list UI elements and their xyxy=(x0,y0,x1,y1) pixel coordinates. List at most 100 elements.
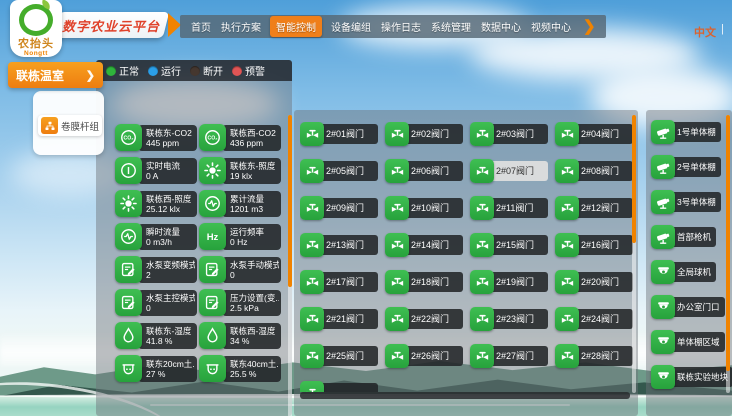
valve-scrollbar[interactable] xyxy=(632,115,636,393)
camera-scrollbar[interactable] xyxy=(726,115,730,393)
valve-item[interactable]: 2#17阀门 xyxy=(300,270,378,294)
sensor-name: 联东40cm土... xyxy=(230,359,279,370)
nav-chevron-icon[interactable]: ❯ xyxy=(583,19,596,34)
sensor-card[interactable]: 水泵手动模式0 xyxy=(199,256,281,284)
greenhouse-zone-button[interactable]: 联栋温室 ❯ xyxy=(8,62,103,88)
sensor-readout: 联栋东-CO2445 ppm xyxy=(138,125,197,151)
camera-item[interactable]: 首部枪机 xyxy=(651,225,731,249)
valve-item[interactable]: 2#01阀门 xyxy=(300,122,378,146)
valve-item-partial[interactable] xyxy=(300,381,378,392)
nav-item-3[interactable]: 智能控制 xyxy=(270,16,322,37)
sensor-readout: 联栋西-湿度34 % xyxy=(222,323,281,349)
group-label: 卷膜杆组 xyxy=(61,119,99,133)
sensor-card[interactable]: 联栋东-照度19 klx xyxy=(199,157,281,185)
valve-item[interactable]: 2#05阀门 xyxy=(300,159,378,183)
language-selector[interactable]: 中文 xyxy=(694,24,716,40)
sensor-card[interactable]: 联东40cm土...25.5 % xyxy=(199,355,281,383)
valve-item[interactable]: 2#18阀门 xyxy=(385,270,463,294)
camera-item[interactable]: 办公室门口 xyxy=(651,295,731,319)
valve-item[interactable]: 2#04阀门 xyxy=(555,122,633,146)
valve-item[interactable]: 2#20阀门 xyxy=(555,270,633,294)
valve-icon xyxy=(470,196,494,220)
soil-icon xyxy=(115,355,142,382)
valve-icon xyxy=(555,307,579,331)
nav-item-4[interactable]: 设备编组 xyxy=(328,19,374,34)
camera-item[interactable]: 全局球机 xyxy=(651,260,731,284)
valve-label: 2#18阀门 xyxy=(405,272,463,292)
valve-item[interactable]: 2#02阀门 xyxy=(385,122,463,146)
valve-item[interactable]: 2#11阀门 xyxy=(470,196,548,220)
sensor-card[interactable]: Hz运行频率0 Hz xyxy=(199,223,281,251)
valve-item[interactable]: 2#15阀门 xyxy=(470,233,548,257)
nav-item-7[interactable]: 数据中心 xyxy=(478,19,524,34)
valve-label: 2#28阀门 xyxy=(575,346,633,366)
nav-item-2[interactable]: 执行方案 xyxy=(218,19,264,34)
sensor-card[interactable]: 实时电流0 A xyxy=(115,157,197,185)
valve-item[interactable]: 2#22阀门 xyxy=(385,307,463,331)
camera-label: 办公室门口 xyxy=(671,297,725,317)
sensor-card[interactable]: 联栋西-湿度34 % xyxy=(199,322,281,350)
sensor-card[interactable]: 联东20cm土...27 % xyxy=(115,355,197,383)
valve-item[interactable]: 2#26阀门 xyxy=(385,344,463,368)
brand-name: 农抬头 xyxy=(18,38,54,50)
valve-panel: 2#01阀门 2#02阀门 2#03阀门 2#04阀门 2#05阀门 2#06阀门 2#07… xyxy=(294,110,638,416)
valve-item[interactable]: 2#08阀门 xyxy=(555,159,633,183)
camera-item[interactable]: 3号单体棚 xyxy=(651,190,731,214)
valve-icon xyxy=(470,159,494,183)
nav-item-8[interactable]: 视频中心 xyxy=(528,19,574,34)
camera-item[interactable]: 2号单体棚 xyxy=(651,155,731,179)
valve-item[interactable]: 2#07阀门 xyxy=(470,159,548,183)
scrollbar-thumb[interactable] xyxy=(632,115,636,243)
valve-label: 2#05阀门 xyxy=(320,161,378,181)
camera-item[interactable]: 单体棚区域 xyxy=(651,330,731,354)
camera-item[interactable]: 1号单体棚 xyxy=(651,120,731,144)
sensor-card[interactable]: 压力设置(变...2.5 kPa xyxy=(199,289,281,317)
smart-agriculture-dashboard: 农抬头 Nongtt 数字农业云平台 首页执行方案智能控制设备编组操作日志系统管… xyxy=(0,0,732,416)
sensor-name: 联栋西-湿度 xyxy=(230,326,279,337)
valve-item[interactable]: 2#16阀门 xyxy=(555,233,633,257)
valve-icon xyxy=(555,122,579,146)
valve-item[interactable]: 2#06阀门 xyxy=(385,159,463,183)
valve-item[interactable]: 2#23阀门 xyxy=(470,307,548,331)
valve-item[interactable]: 2#14阀门 xyxy=(385,233,463,257)
valve-item[interactable]: 2#27阀门 xyxy=(470,344,548,368)
valve-item[interactable]: 2#24阀门 xyxy=(555,307,633,331)
valve-item[interactable]: 2#21阀门 xyxy=(300,307,378,331)
valve-item[interactable]: 2#10阀门 xyxy=(385,196,463,220)
sensor-readout: 联栋东-湿度41.8 % xyxy=(138,323,197,349)
nav-item-6[interactable]: 系统管理 xyxy=(428,19,474,34)
camera-label: 全局球机 xyxy=(671,262,716,282)
scrollbar-thumb[interactable] xyxy=(726,115,730,371)
sensor-readout: 水泵主控模式0 xyxy=(138,290,197,316)
nav-item-1[interactable]: 首页 xyxy=(188,19,214,34)
sensor-value: 0 A xyxy=(146,171,195,182)
valve-label: 2#13阀门 xyxy=(320,235,378,255)
sensor-name: 实时电流 xyxy=(146,161,195,172)
legend-item: 预警 xyxy=(232,63,265,78)
sensor-card[interactable]: 联栋东-湿度41.8 % xyxy=(115,322,197,350)
scrollbar-thumb[interactable] xyxy=(288,115,292,287)
horizontal-scrollbar[interactable] xyxy=(300,392,630,399)
sensor-card[interactable]: CO₂联栋东-CO2445 ppm xyxy=(115,124,197,152)
sensor-value: 2.5 kPa xyxy=(230,303,279,314)
valve-item[interactable]: 2#13阀门 xyxy=(300,233,378,257)
camera-item[interactable]: 联栋实验地块 xyxy=(651,365,731,389)
nav-item-5[interactable]: 操作日志 xyxy=(378,19,424,34)
valve-item[interactable]: 2#12阀门 xyxy=(555,196,633,220)
valve-item[interactable]: 2#19阀门 xyxy=(470,270,548,294)
sensor-card[interactable]: 水泵主控模式0 xyxy=(115,289,197,317)
sensor-card[interactable]: 瞬时流量0 m3/h xyxy=(115,223,197,251)
valve-item[interactable]: 2#09阀门 xyxy=(300,196,378,220)
sensor-card[interactable]: 水泵变频模式2 xyxy=(115,256,197,284)
sidebar-item-roll-film-group[interactable]: 卷膜杆组 xyxy=(38,115,102,136)
valve-label: 2#24阀门 xyxy=(575,309,633,329)
sensor-card[interactable]: CO₂联栋西-CO2436 ppm xyxy=(199,124,281,152)
valve-item[interactable]: 2#03阀门 xyxy=(470,122,548,146)
sensor-card[interactable]: 累计流量1201 m3 xyxy=(199,190,281,218)
sensor-card[interactable]: 联栋西-照度25.12 klx xyxy=(115,190,197,218)
valve-item[interactable]: 2#28阀门 xyxy=(555,344,633,368)
valve-item[interactable]: 2#25阀门 xyxy=(300,344,378,368)
camera-label: 1号单体棚 xyxy=(671,122,721,142)
sensor-value: 27 % xyxy=(146,369,195,380)
sensor-scrollbar[interactable] xyxy=(288,115,292,416)
